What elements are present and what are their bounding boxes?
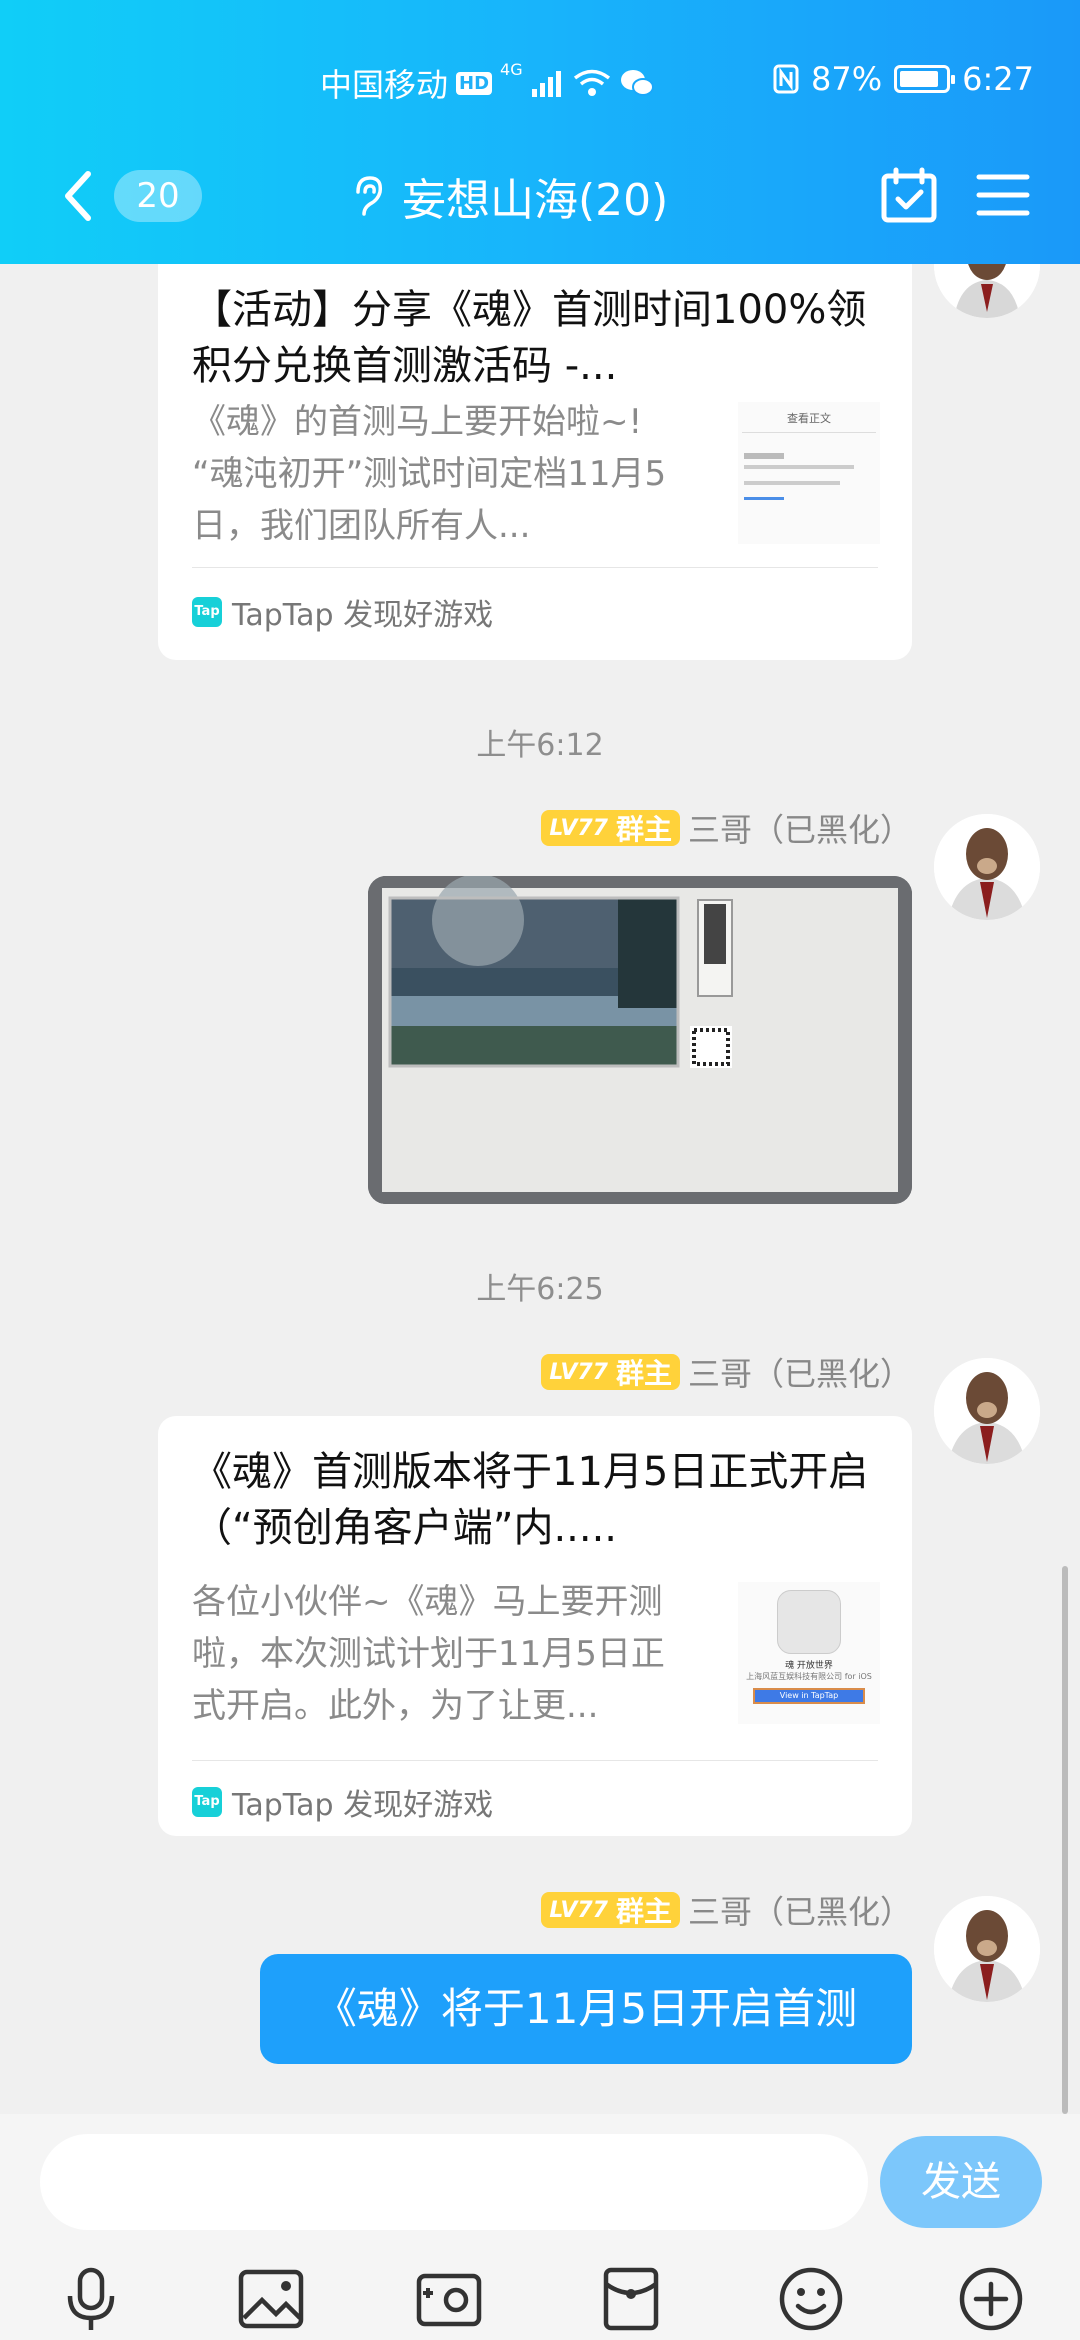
member-badge: LV77 群主 bbox=[541, 1354, 680, 1390]
card-title: 【活动】分享《魂》首测时间100%领积分兑换首测激活码 -... bbox=[192, 287, 867, 389]
status-right: 87% 6:27 bbox=[773, 60, 1034, 98]
taptap-icon: Tap bbox=[192, 597, 222, 627]
avatar[interactable] bbox=[934, 1358, 1040, 1464]
carrier-label: 中国移动 bbox=[320, 66, 449, 104]
timestamp: 上午6:25 bbox=[476, 1272, 604, 1307]
image-message[interactable] bbox=[368, 876, 912, 1204]
card-description: 《魂》的首测马上要开始啦~! “魂沌初开”测试时间定档11月5日，我们团队所有人… bbox=[192, 402, 667, 546]
member-badge: LV77 群主 bbox=[541, 1892, 680, 1928]
card-source-label: TapTap 发现好游戏 bbox=[232, 1788, 494, 1823]
card-source-label: TapTap 发现好游戏 bbox=[232, 598, 494, 633]
sender-row: LV77 群主 三哥（已黑化） bbox=[541, 805, 912, 851]
status-bar: 中国移动 HD 4G 87% 6:27 bbox=[0, 52, 1080, 108]
plus-icon[interactable] bbox=[956, 2264, 1026, 2334]
link-card[interactable]: 【活动】分享《魂》首测时间100%领积分兑换首测激活码 -... 《魂》的首测马… bbox=[158, 264, 912, 660]
thumbnail-subcaption: 上海风蓝互娱科技有限公司 for iOS bbox=[746, 1672, 872, 1681]
nav-bar: 20 妄想山海(20) bbox=[0, 160, 1080, 232]
card-source: Tap TapTap 发现好游戏 bbox=[192, 1780, 493, 1824]
status-left: 中国移动 HD 4G bbox=[320, 60, 655, 106]
sender-row: LV77 群主 三哥（已黑化） bbox=[541, 1887, 912, 1933]
card-source: Tap TapTap 发现好游戏 bbox=[192, 590, 493, 634]
red-packet-icon[interactable] bbox=[596, 2264, 666, 2334]
calendar-check-icon[interactable] bbox=[880, 166, 938, 224]
thumbnail-button: View in TapTap bbox=[753, 1688, 865, 1704]
app-icon bbox=[777, 1590, 841, 1654]
input-area: 发送 bbox=[0, 2114, 1080, 2340]
battery-percent: 87% bbox=[811, 60, 883, 98]
level-label: LV77 bbox=[549, 1359, 608, 1385]
input-toolbar bbox=[0, 2264, 1080, 2340]
sender-name[interactable]: 三哥（已黑化） bbox=[688, 1887, 912, 1933]
card-divider bbox=[192, 567, 878, 568]
wechat-icon bbox=[620, 70, 654, 96]
scrollbar[interactable] bbox=[1062, 1566, 1068, 2114]
card-description: 各位小伙伴~《魂》马上要开测啦，本次测试计划于11月5日正式开启。此外，为了让更… bbox=[192, 1582, 665, 1726]
chat-header: 中国移动 HD 4G 87% 6:27 20 妄想山海(20) bbox=[0, 0, 1080, 264]
microphone-icon[interactable] bbox=[56, 2264, 126, 2334]
camera-icon[interactable] bbox=[414, 2264, 484, 2334]
message-list[interactable]: 【活动】分享《魂》首测时间100%领积分兑换首测激活码 -... 《魂》的首测马… bbox=[0, 264, 1080, 2114]
chat-title: 妄想山海(20) bbox=[402, 175, 669, 226]
role-label: 群主 bbox=[615, 813, 672, 846]
nfc-icon bbox=[773, 64, 799, 94]
send-button[interactable]: 发送 bbox=[880, 2136, 1042, 2228]
card-thumbnail: 查看正文 bbox=[738, 402, 880, 544]
card-thumbnail: 魂 开放世界 上海风蓝互娱科技有限公司 for iOS View in TapT… bbox=[738, 1582, 880, 1724]
emoji-icon[interactable] bbox=[776, 2264, 846, 2334]
role-label: 群主 bbox=[615, 1357, 672, 1390]
avatar[interactable] bbox=[934, 1896, 1040, 2002]
menu-icon[interactable] bbox=[976, 172, 1030, 218]
thumbnail-caption: 魂 开放世界 bbox=[785, 1661, 833, 1671]
timestamp: 上午6:12 bbox=[476, 728, 604, 763]
member-badge: LV77 群主 bbox=[541, 810, 680, 846]
hd-icon: HD bbox=[456, 71, 493, 95]
image-icon[interactable] bbox=[236, 2264, 306, 2334]
sender-row: LV77 群主 三哥（已黑化） bbox=[541, 1349, 912, 1395]
ear-icon bbox=[356, 176, 383, 216]
card-title: 《魂》首测版本将于11月5日正式开启（“预创角客户端”内..... bbox=[192, 1449, 869, 1551]
sender-name[interactable]: 三哥（已黑化） bbox=[688, 805, 912, 851]
text-message[interactable]: 《魂》将于11月5日开启首测 bbox=[260, 1954, 912, 2064]
wifi-icon bbox=[573, 69, 610, 96]
battery-level bbox=[900, 71, 939, 87]
level-label: LV77 bbox=[549, 815, 608, 841]
avatar[interactable] bbox=[934, 814, 1040, 920]
thumbnail-heading: 查看正文 bbox=[787, 412, 831, 425]
message-input[interactable] bbox=[40, 2134, 868, 2230]
battery-icon bbox=[894, 65, 956, 93]
chat-title-group[interactable]: 妄想山海(20) bbox=[350, 160, 668, 232]
link-card[interactable]: 《魂》首测版本将于11月5日正式开启（“预创角客户端”内..... 各位小伙伴~… bbox=[158, 1416, 912, 1836]
card-divider bbox=[192, 1760, 878, 1761]
network-label: 4G bbox=[500, 60, 523, 79]
back-icon[interactable] bbox=[58, 166, 98, 226]
unread-count-badge[interactable]: 20 bbox=[114, 170, 202, 222]
taptap-icon: Tap bbox=[192, 1787, 222, 1817]
sender-name[interactable]: 三哥（已黑化） bbox=[688, 1349, 912, 1395]
level-label: LV77 bbox=[549, 1897, 608, 1923]
signal-icon bbox=[531, 71, 561, 97]
clock: 6:27 bbox=[962, 60, 1034, 98]
avatar[interactable] bbox=[934, 264, 1040, 318]
role-label: 群主 bbox=[615, 1895, 672, 1928]
